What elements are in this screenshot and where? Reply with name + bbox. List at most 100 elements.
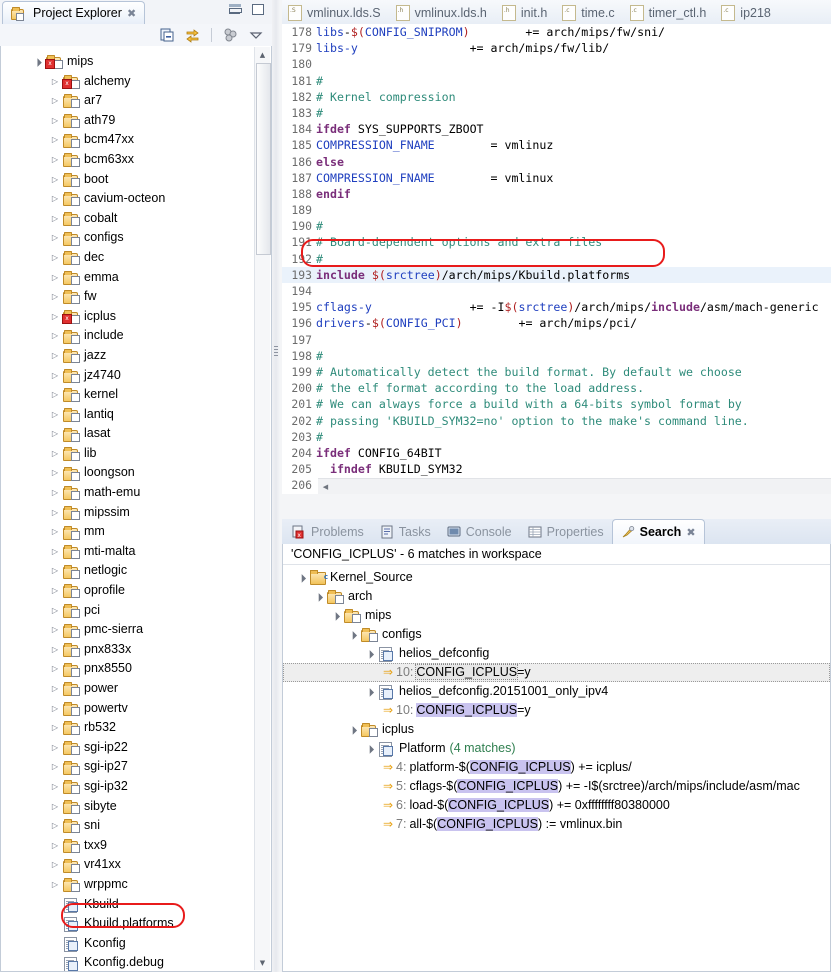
code-line-183[interactable]: 183# — [282, 105, 831, 121]
tree-item-mti-malta[interactable]: mti-malta — [1, 542, 271, 562]
code-line-182[interactable]: 182# Kernel compression — [282, 89, 831, 105]
search-folder-row[interactable]: arch — [283, 587, 830, 606]
search-match-row[interactable]: ⇒4:platform-$(CONFIG_ICPLUS) += icplus/ — [283, 758, 830, 777]
bottom-tab-problems[interactable]: xProblems — [284, 520, 372, 544]
search-match-row[interactable]: ⇒10:CONFIG_ICPLUS=y — [283, 663, 830, 682]
expand-arrow-icon[interactable] — [346, 625, 360, 644]
editor-tab-vmlinux-lds-h[interactable]: .hvmlinux.lds.h — [390, 1, 496, 24]
collapse-arrow-icon[interactable] — [48, 542, 62, 562]
tree-item-cobalt[interactable]: cobalt — [1, 209, 271, 229]
tree-item-sgi-ip22[interactable]: sgi-ip22 — [1, 738, 271, 758]
tree-item-emma[interactable]: emma — [1, 268, 271, 288]
tree-item-math-emu[interactable]: math-emu — [1, 483, 271, 503]
expand-arrow-icon[interactable] — [329, 606, 343, 625]
collapse-arrow-icon[interactable] — [48, 287, 62, 307]
tree-item-bcm63xx[interactable]: bcm63xx — [1, 150, 271, 170]
collapse-arrow-icon[interactable] — [48, 503, 62, 523]
code-line-185[interactable]: 185COMPRESSION_FNAME = vmlinuz — [282, 137, 831, 153]
collapse-arrow-icon[interactable] — [48, 777, 62, 797]
expand-arrow-icon[interactable] — [363, 739, 377, 758]
scroll-up-icon[interactable]: ▲ — [255, 47, 270, 62]
search-view-body[interactable]: 'CONFIG_ICPLUS' - 6 matches in workspace… — [282, 544, 831, 972]
collapse-arrow-icon[interactable] — [48, 483, 62, 503]
code-line-199[interactable]: 199# Automatically detect the build form… — [282, 364, 831, 380]
collapse-arrow-icon[interactable] — [48, 659, 62, 679]
tree-item-wrppmc[interactable]: wrppmc — [1, 875, 271, 895]
collapse-arrow-icon[interactable] — [48, 385, 62, 405]
search-results-tree[interactable]: cKernel_Sourcearchmipsconfigshelios_defc… — [283, 565, 830, 834]
code-line-186[interactable]: 186else — [282, 154, 831, 170]
expand-arrow-icon[interactable] — [363, 682, 377, 701]
collapse-arrow-icon[interactable] — [48, 307, 62, 327]
expand-arrow-icon[interactable] — [346, 720, 360, 739]
project-explorer-tree[interactable]: xmipsxalchemyar7ath79bcm47xxbcm63xxbootc… — [1, 46, 271, 972]
collapse-arrow-icon[interactable] — [48, 620, 62, 640]
tree-item-sibyte[interactable]: sibyte — [1, 797, 271, 817]
editor-tab-time-c[interactable]: .ctime.c — [556, 1, 623, 24]
tree-item-bcm47xx[interactable]: bcm47xx — [1, 130, 271, 150]
code-line-200[interactable]: 200# the elf format according to the loa… — [282, 380, 831, 396]
code-line-202[interactable]: 202# passing 'KBUILD_SYM32=no' option to… — [282, 413, 831, 429]
code-line-205[interactable]: 205 ifndef KBUILD_SYM32 — [282, 461, 831, 477]
tree-item-kconfig[interactable]: Kconfig — [1, 934, 271, 954]
tree-item-mipssim[interactable]: mipssim — [1, 503, 271, 523]
tree-item-dec[interactable]: dec — [1, 248, 271, 268]
collapse-arrow-icon[interactable] — [48, 346, 62, 366]
code-line-192[interactable]: 192# — [282, 251, 831, 267]
close-icon[interactable]: ✖ — [686, 526, 695, 539]
tree-item-sni[interactable]: sni — [1, 816, 271, 836]
collapse-arrow-icon[interactable] — [48, 855, 62, 875]
search-match-row[interactable]: ⇒6:load-$(CONFIG_ICPLUS) += 0xffffffff80… — [283, 796, 830, 815]
collapse-arrow-icon[interactable] — [48, 130, 62, 150]
collapse-arrow-icon[interactable] — [48, 718, 62, 738]
project-explorer-scrollbar[interactable]: ▲ ▼ — [254, 47, 270, 970]
editor-body[interactable]: 178libs-$(CONFIG_SNIPROM) += arch/mips/f… — [282, 24, 831, 494]
tree-item-pmc-sierra[interactable]: pmc-sierra — [1, 620, 271, 640]
editor-horizontal-scrollbar[interactable]: ◀ — [318, 478, 831, 494]
tree-item-lasat[interactable]: lasat — [1, 424, 271, 444]
link-with-editor-icon[interactable] — [185, 27, 201, 43]
tree-item-kernel[interactable]: kernel — [1, 385, 271, 405]
tree-item-alchemy[interactable]: xalchemy — [1, 72, 271, 92]
project-explorer-tree-container[interactable]: xmipsxalchemyar7ath79bcm47xxbcm63xxbootc… — [0, 46, 272, 972]
code-line-187[interactable]: 187COMPRESSION_FNAME = vmlinux — [282, 170, 831, 186]
collapse-arrow-icon[interactable] — [48, 561, 62, 581]
tree-item-boot[interactable]: boot — [1, 170, 271, 190]
sash-grip[interactable] — [274, 346, 278, 358]
close-icon[interactable]: ✖ — [127, 7, 136, 20]
tree-item-netlogic[interactable]: netlogic — [1, 561, 271, 581]
code-line-193[interactable]: 193include $(srctree)/arch/mips/Kbuild.p… — [282, 267, 831, 283]
bottom-tab-console[interactable]: Console — [439, 520, 520, 544]
collapse-arrow-icon[interactable] — [48, 189, 62, 209]
code-line-196[interactable]: 196drivers-$(CONFIG_PCI) += arch/mips/pc… — [282, 315, 831, 331]
collapse-arrow-icon[interactable] — [48, 757, 62, 777]
expand-arrow-icon[interactable] — [295, 568, 309, 587]
code-line-191[interactable]: 191# Board-dependent options and extra f… — [282, 234, 831, 250]
collapse-arrow-icon[interactable] — [48, 326, 62, 346]
tree-item-lantiq[interactable]: lantiq — [1, 405, 271, 425]
tree-item-powertv[interactable]: powertv — [1, 699, 271, 719]
collapse-arrow-icon[interactable] — [48, 640, 62, 660]
code-line-189[interactable]: 189 — [282, 202, 831, 218]
search-file-row[interactable]: helios_defconfig.20151001_only_ipv4 — [283, 682, 830, 701]
collapse-arrow-icon[interactable] — [48, 209, 62, 229]
collapse-arrow-icon[interactable] — [48, 581, 62, 601]
tree-item-rb532[interactable]: rb532 — [1, 718, 271, 738]
view-menu-icon[interactable] — [222, 27, 238, 43]
collapse-arrow-icon[interactable] — [48, 424, 62, 444]
collapse-arrow-icon[interactable] — [48, 248, 62, 268]
tree-item-jz4740[interactable]: jz4740 — [1, 366, 271, 386]
search-folder-row[interactable]: mips — [283, 606, 830, 625]
search-file-row[interactable]: Platform(4 matches) — [283, 739, 830, 758]
code-line-179[interactable]: 179libs-y += arch/mips/fw/lib/ — [282, 40, 831, 56]
code-line-194[interactable]: 194 — [282, 283, 831, 299]
scroll-down-icon[interactable]: ▼ — [255, 955, 270, 970]
tree-item-mm[interactable]: mm — [1, 522, 271, 542]
tree-item-lib[interactable]: lib — [1, 444, 271, 464]
expand-arrow-icon[interactable] — [363, 644, 377, 663]
collapse-arrow-icon[interactable] — [48, 463, 62, 483]
code-line-178[interactable]: 178libs-$(CONFIG_SNIPROM) += arch/mips/f… — [282, 24, 831, 40]
tree-item-power[interactable]: power — [1, 679, 271, 699]
search-folder-row[interactable]: icplus — [283, 720, 830, 739]
tree-item-loongson[interactable]: loongson — [1, 463, 271, 483]
